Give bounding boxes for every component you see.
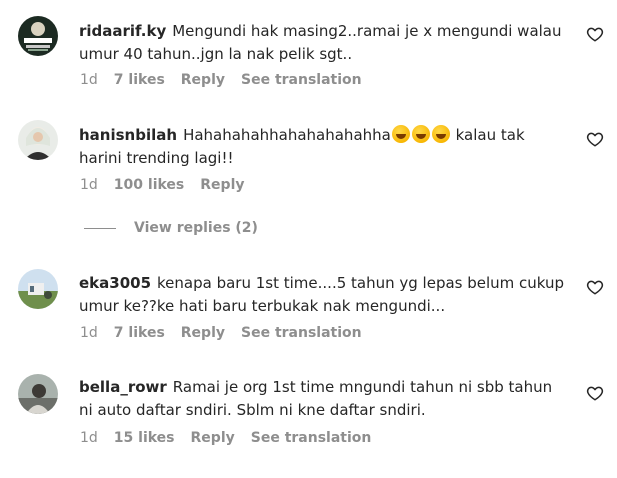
reply-button[interactable]: Reply bbox=[191, 430, 235, 446]
heart-outline-icon[interactable] bbox=[586, 384, 604, 402]
comment-meta: 1d 7 likes Reply See translation bbox=[80, 72, 378, 88]
likes-count[interactable]: 7 likes bbox=[114, 72, 165, 88]
avatar[interactable] bbox=[18, 374, 58, 414]
comment-time[interactable]: 1d bbox=[80, 430, 98, 446]
rolling-on-floor-laughing-emoji bbox=[411, 125, 430, 143]
heart-outline-icon[interactable] bbox=[586, 25, 604, 43]
comments-panel: ridaarif.ky Mengundi hak masing2..ramai j… bbox=[0, 0, 617, 478]
avatar[interactable] bbox=[18, 269, 58, 309]
comment-time[interactable]: 1d bbox=[80, 325, 98, 341]
comment-body: ridaarif.ky Mengundi hak masing2..ramai j… bbox=[79, 20, 569, 66]
reply-button[interactable]: Reply bbox=[181, 325, 225, 341]
reply-button[interactable]: Reply bbox=[200, 177, 244, 193]
view-replies-label: View replies (2) bbox=[134, 220, 258, 236]
comment-text: kenapa baru 1st time....5 tahun yg lepas… bbox=[79, 274, 565, 315]
heart-outline-icon[interactable] bbox=[586, 130, 604, 148]
comment-time[interactable]: 1d bbox=[80, 72, 98, 88]
comment-time[interactable]: 1d bbox=[80, 177, 98, 193]
rolling-on-floor-laughing-emoji bbox=[431, 125, 450, 143]
comment-meta: 1d 100 likes Reply bbox=[80, 177, 261, 193]
see-translation-button[interactable]: See translation bbox=[251, 430, 372, 446]
comment-username[interactable]: ridaarif.ky bbox=[79, 22, 166, 40]
comment-body: eka3005 kenapa baru 1st time....5 tahun y… bbox=[79, 272, 569, 318]
likes-count[interactable]: 15 likes bbox=[114, 430, 175, 446]
comment-text: Hahahahahhahahahahahha bbox=[183, 126, 391, 144]
heart-outline-icon[interactable] bbox=[586, 278, 604, 296]
avatar[interactable] bbox=[18, 120, 58, 160]
avatar[interactable] bbox=[18, 16, 58, 56]
comment-meta: 1d 15 likes Reply See translation bbox=[80, 430, 387, 446]
comment-body: bella_rowr Ramai je org 1st time mngundi … bbox=[79, 376, 569, 422]
view-replies-button[interactable]: View replies (2) bbox=[84, 220, 258, 236]
rolling-on-floor-laughing-emoji bbox=[391, 125, 410, 143]
divider-line bbox=[84, 227, 116, 229]
comment-username[interactable]: eka3005 bbox=[79, 274, 151, 292]
reply-button[interactable]: Reply bbox=[181, 72, 225, 88]
likes-count[interactable]: 100 likes bbox=[114, 177, 184, 193]
likes-count[interactable]: 7 likes bbox=[114, 325, 165, 341]
comment-body: hanisnbilah Hahahahahhahahahahahha kalau … bbox=[79, 124, 569, 170]
see-translation-button[interactable]: See translation bbox=[241, 72, 362, 88]
see-translation-button[interactable]: See translation bbox=[241, 325, 362, 341]
comment-username[interactable]: hanisnbilah bbox=[79, 126, 177, 144]
comment-meta: 1d 7 likes Reply See translation bbox=[80, 325, 378, 341]
comment-username[interactable]: bella_rowr bbox=[79, 378, 167, 396]
